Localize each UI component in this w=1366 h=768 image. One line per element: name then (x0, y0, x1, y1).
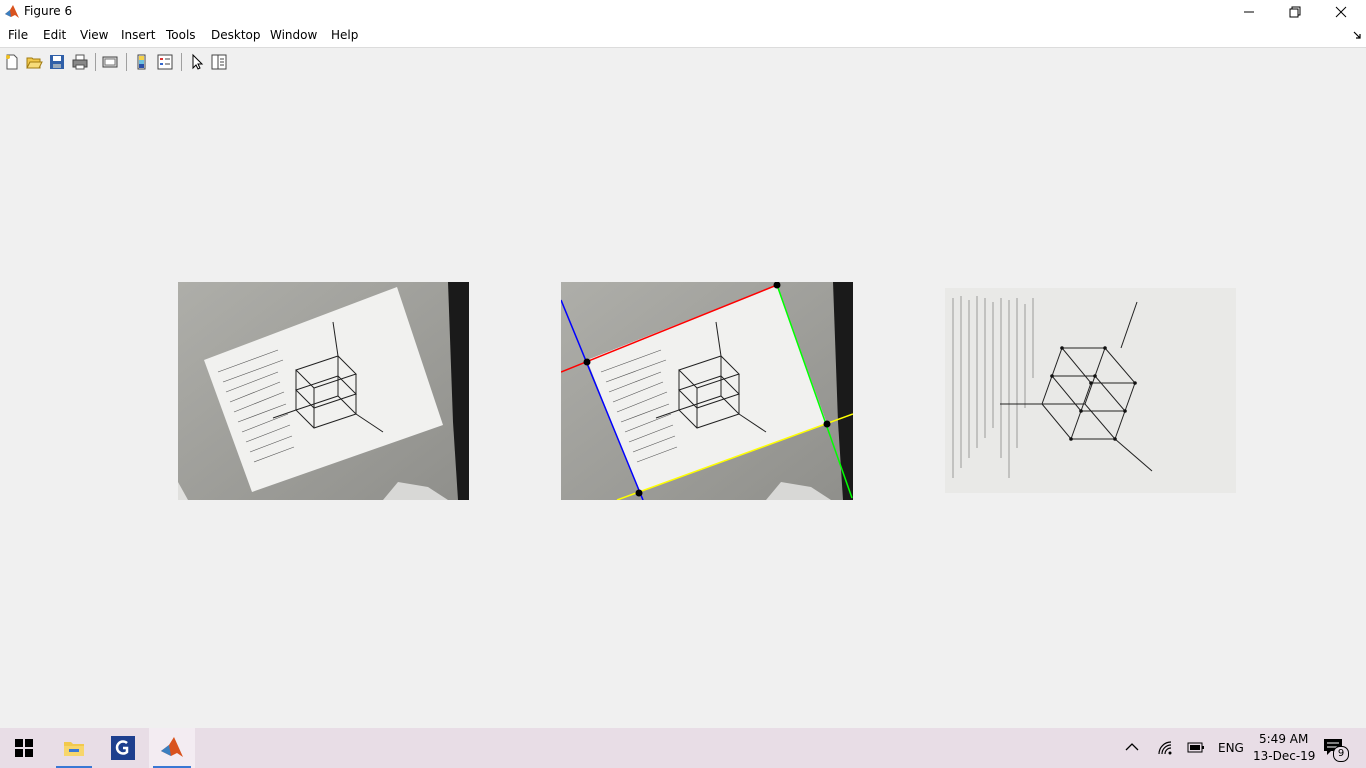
rectified-page-image (945, 288, 1236, 493)
print-figure-icon[interactable] (71, 53, 89, 71)
toolbar-separator (126, 53, 127, 71)
restore-button[interactable] (1272, 0, 1318, 24)
windows-taskbar: ENG 5:49 AM 13-Dec-19 9 (0, 728, 1366, 768)
figure-toolbar (0, 47, 1366, 77)
rectified-page-axes (945, 288, 1236, 493)
detected-corners-axes (561, 282, 853, 500)
matlab-icon (161, 737, 183, 757)
dock-figure-icon[interactable] (1352, 30, 1362, 40)
insert-legend-icon[interactable] (156, 53, 174, 71)
corner-point (635, 489, 643, 497)
title-bar: Figure 6 (0, 0, 1366, 24)
menu-edit[interactable]: Edit (43, 28, 66, 42)
show-hidden-icons-icon[interactable] (1125, 742, 1139, 752)
menu-tools[interactable]: Tools (166, 28, 196, 42)
original-photo-axes (178, 282, 469, 500)
menu-insert[interactable]: Insert (121, 28, 155, 42)
menu-view[interactable]: View (80, 28, 108, 42)
taskbar-matlab[interactable] (149, 728, 195, 768)
taskbar-file-explorer[interactable] (52, 728, 96, 768)
menu-file[interactable]: File (8, 28, 28, 42)
corner-point (823, 420, 831, 428)
figure-canvas (0, 76, 1366, 728)
toolbar-separator (95, 53, 96, 71)
save-figure-icon[interactable] (48, 53, 66, 71)
new-figure-icon[interactable] (3, 53, 21, 71)
window-title: Figure 6 (24, 4, 73, 18)
menu-window[interactable]: Window (270, 28, 317, 42)
clock-date[interactable]: 13-Dec-19 (1253, 749, 1315, 763)
notification-count-badge: 9 (1333, 746, 1349, 762)
property-inspector-icon[interactable] (210, 53, 228, 71)
minimize-button[interactable] (1226, 0, 1272, 24)
menu-help[interactable]: Help (331, 28, 358, 42)
battery-icon[interactable] (1187, 741, 1205, 755)
insert-colorbar-icon[interactable] (133, 53, 151, 71)
taskbar-pdf-app[interactable] (100, 728, 146, 768)
pdf-app-icon (111, 736, 135, 760)
corner-point (583, 358, 591, 366)
open-file-icon[interactable] (25, 53, 43, 71)
menu-bar: File Edit View Insert Tools Desktop Wind… (0, 24, 1366, 47)
edit-plot-arrow-icon[interactable] (188, 53, 206, 71)
action-center-button[interactable]: 9 (1323, 738, 1349, 762)
network-icon[interactable] (1157, 740, 1173, 756)
menu-desktop[interactable]: Desktop (211, 28, 261, 42)
close-button[interactable] (1318, 0, 1364, 24)
toolbar-separator (181, 53, 182, 71)
language-indicator[interactable]: ENG (1218, 741, 1244, 755)
folder-icon (64, 742, 84, 756)
detected-corners-image (561, 282, 853, 500)
matlab-app-icon (5, 5, 19, 18)
clock-time[interactable]: 5:49 AM (1259, 732, 1308, 746)
start-button[interactable] (0, 728, 48, 768)
link-plot-icon[interactable] (101, 53, 119, 71)
original-photo-image (178, 282, 469, 500)
windows-logo-icon (15, 739, 33, 757)
